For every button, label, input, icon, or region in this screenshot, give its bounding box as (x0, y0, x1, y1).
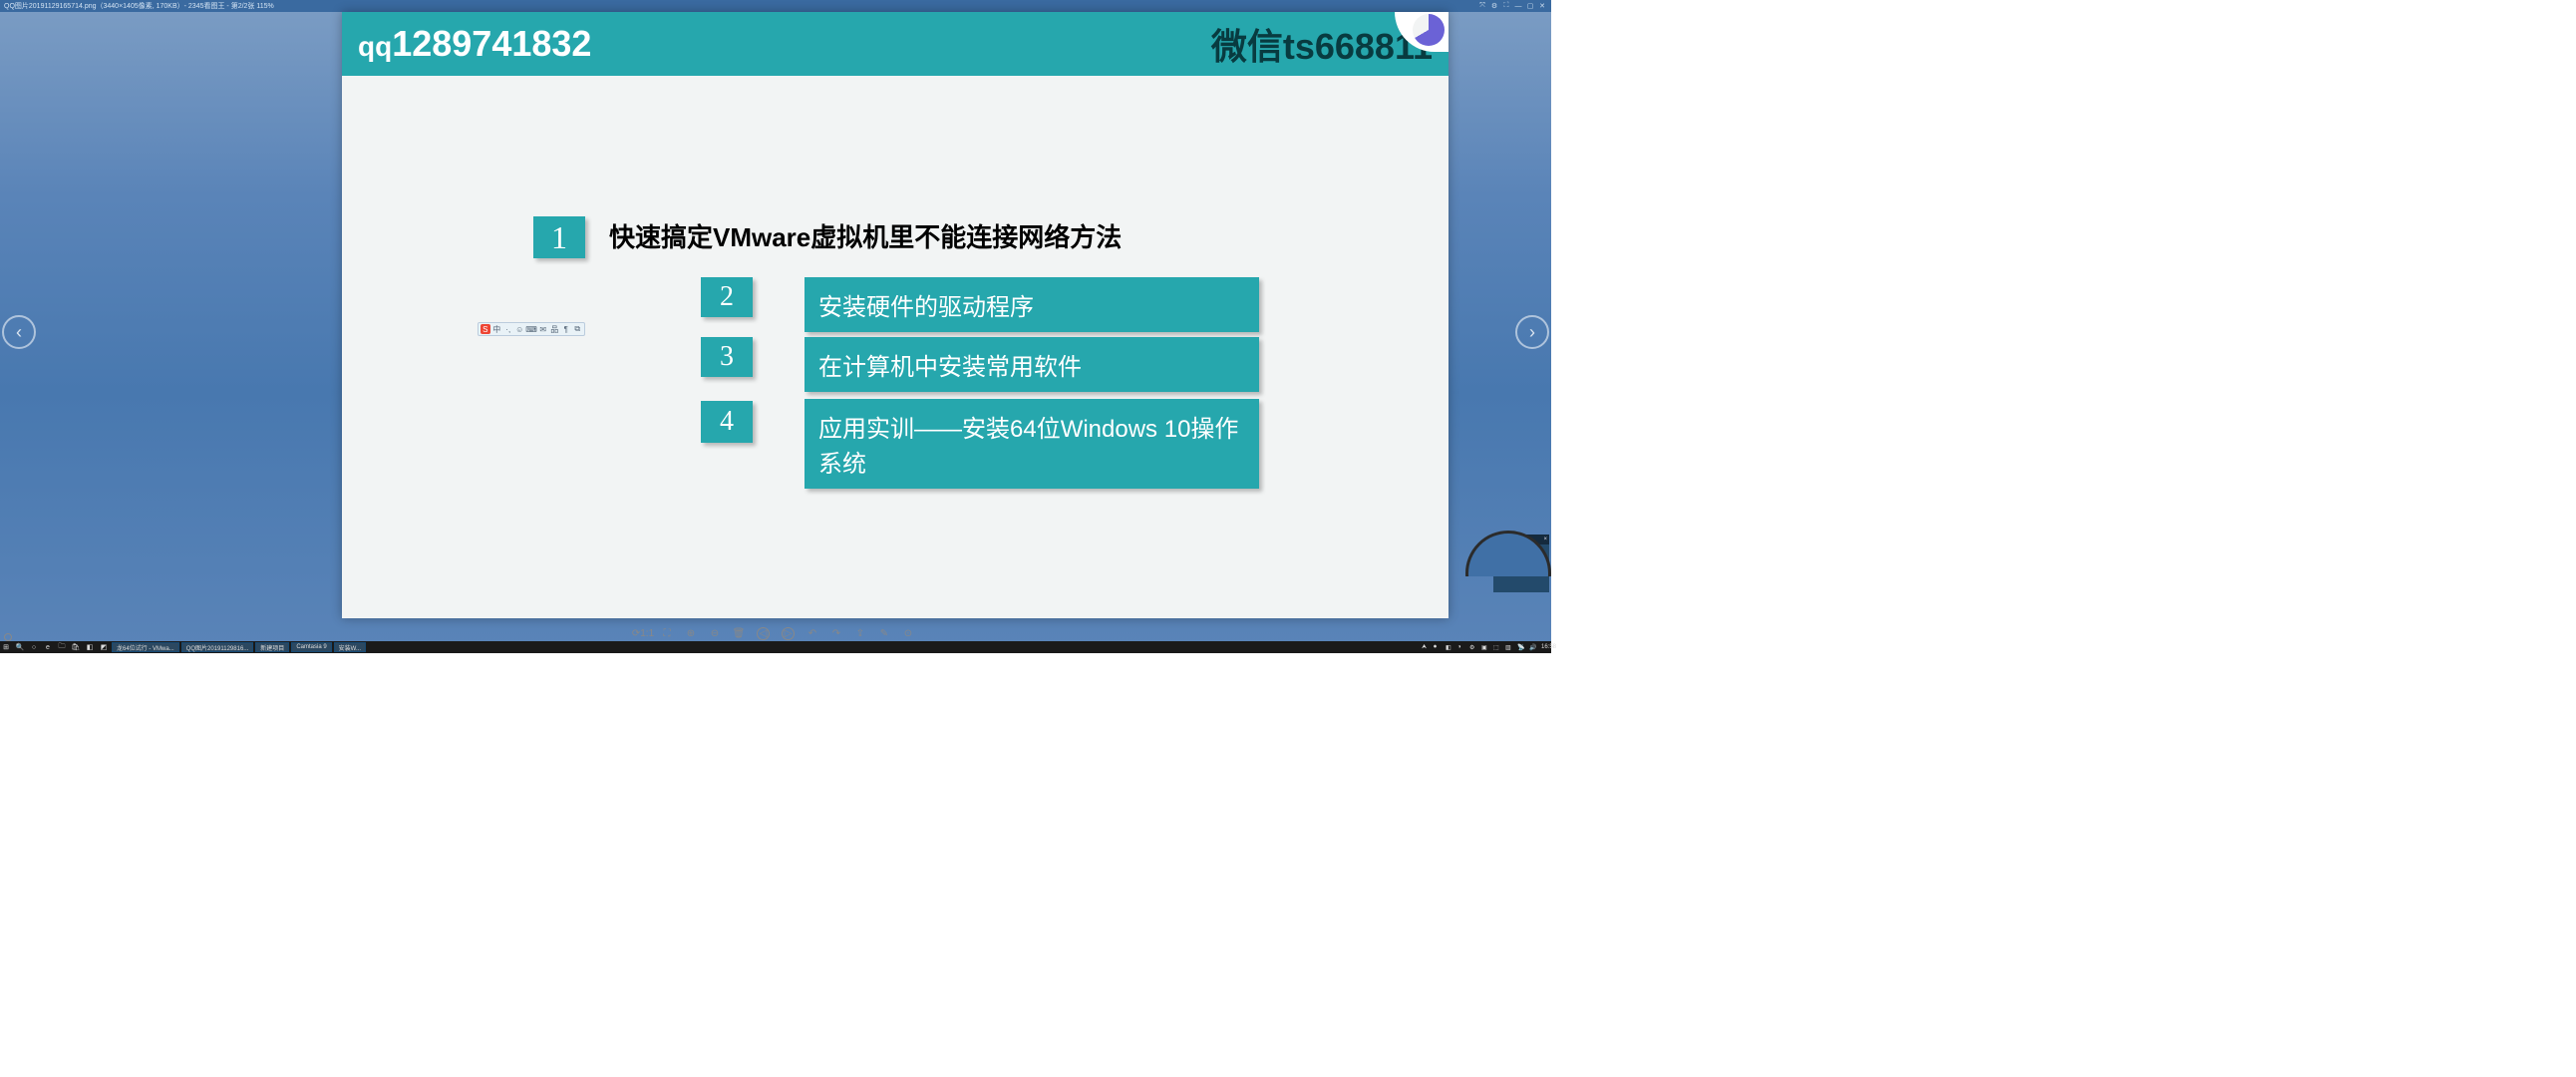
window-title: QQ图片20191129165714.png（3440×1405像素, 170K… (4, 1, 274, 11)
next-button[interactable]: ▷ (782, 627, 795, 640)
tray-icon-3[interactable]: ◑ (1457, 644, 1467, 650)
ime-keyboard-icon[interactable]: ⌨ (526, 324, 536, 334)
ime-mail-icon[interactable]: ✉ (538, 324, 548, 334)
next-image-button[interactable]: › (1515, 315, 1549, 349)
bullet-item-2: 安装硬件的驱动程序 (805, 277, 1259, 332)
image-viewer-window: QQ图片20191129165714.png（3440×1405像素, 170K… (0, 0, 1551, 653)
zoom-out-button[interactable]: ⊖ (709, 627, 721, 639)
settings-icon[interactable]: ⚙ (1489, 2, 1499, 10)
prev-image-button[interactable]: ‹ (2, 315, 36, 349)
tray-icon-1[interactable]: ⏺ (1434, 644, 1444, 651)
tray-volume-icon[interactable]: 🔊 (1529, 644, 1539, 651)
windows-taskbar[interactable]: ⊞ 🔍 ○ e 🗀 🛍 ◧ ◩ 龙64位试行 - VMwa... QQ图片201… (0, 641, 1551, 653)
maximize-icon[interactable]: ▢ (1525, 2, 1535, 10)
taskbar-clock[interactable]: 16:58 (1541, 644, 1551, 650)
prev-button[interactable]: ◁ (757, 627, 770, 640)
slide-header: qq1289741832 微信ts668811 (342, 12, 1449, 76)
image-canvas: ‹ › qq1289741832 微信ts668811 1 快速搞定VMware… (0, 12, 1551, 630)
viewer-toolbar: ⟳1:1 ⛶ ⊕ ⊖ 🗑 ◁ ▷ ↶ ↷ ⇪ ✎ ⊙ (0, 624, 1551, 642)
rotate-right-button[interactable]: ↷ (830, 627, 842, 639)
zoom-in-button[interactable]: ⊕ (685, 627, 697, 639)
taskbar-app-install[interactable]: 安装W... (334, 642, 366, 652)
ime-toolbar[interactable]: S 中 ·, ☺ ⌨ ✉ 品 ¶ ⧉ (478, 322, 585, 336)
taskbar-app-camtasia[interactable]: Camtasia 9 (291, 642, 331, 652)
app-icon-2[interactable]: ◩ (98, 642, 110, 652)
tray-up-icon[interactable]: ⮝ (1422, 644, 1432, 651)
bullet-number-3: 3 (701, 337, 753, 377)
fullscreen-icon[interactable]: ⛶ (1501, 2, 1511, 10)
ime-app-icon[interactable]: 品 (550, 324, 560, 334)
app-icon-1[interactable]: ◧ (84, 642, 96, 652)
search-icon[interactable]: 🔍 (14, 642, 26, 652)
taskbar-app-qqimage[interactable]: QQ图片20191129816... (181, 642, 254, 652)
more-button[interactable]: ⊙ (902, 627, 914, 639)
taskbar-app-vmware[interactable]: 龙64位试行 - VMwa... (112, 642, 179, 652)
bullet-item-4: 应用实训——安装64位Windows 10操作系统 (805, 399, 1259, 489)
magnifier-circle (1465, 531, 1551, 616)
slide-content: qq1289741832 微信ts668811 1 快速搞定VMware虚拟机里… (342, 12, 1449, 618)
bullet-number-4: 4 (701, 401, 753, 443)
bullet-item-3: 在计算机中安装常用软件 (805, 337, 1259, 392)
bullet-title-1: 快速搞定VMware虚拟机里不能连接网络方法 (609, 217, 1122, 254)
ime-sogou-icon[interactable]: S (481, 324, 490, 334)
bullet-number-1: 1 (533, 216, 585, 258)
start-button[interactable]: ⊞ (0, 642, 12, 652)
edit-button[interactable]: ✎ (878, 627, 890, 639)
store-icon[interactable]: 🛍 (70, 642, 82, 652)
pin-icon[interactable]: ⤧ (1477, 2, 1487, 10)
taskbar-app-newproj[interactable]: 新建项目 (255, 642, 289, 652)
thumbnail-close-icon[interactable]: × (1543, 537, 1547, 542)
tray-icon-4[interactable]: ⚙ (1469, 644, 1479, 651)
tray-icon-2[interactable]: ◧ (1446, 644, 1455, 651)
tray-icon-7[interactable]: ▥ (1505, 644, 1515, 651)
minimize-icon[interactable]: — (1513, 2, 1523, 10)
ime-emoji-icon[interactable]: ☺ (515, 324, 525, 334)
blank-right (1551, 0, 2576, 1077)
ime-grid-icon[interactable]: ⧉ (573, 324, 583, 334)
share-button[interactable]: ⇪ (854, 627, 866, 639)
cortana-icon[interactable]: ○ (28, 642, 40, 652)
tray-icon-5[interactable]: ▣ (1481, 644, 1491, 651)
bullet-number-2: 2 (701, 277, 753, 317)
edge-icon[interactable]: e (42, 642, 54, 652)
qq-contact: qq1289741832 (358, 23, 591, 65)
tray-icon-6[interactable]: ⬚ (1493, 644, 1503, 651)
ime-tool-icon[interactable]: ¶ (561, 324, 571, 334)
delete-button[interactable]: 🗑 (733, 627, 745, 639)
blank-bottom (0, 653, 1551, 1077)
ime-lang-icon[interactable]: 中 (492, 324, 502, 334)
explorer-icon[interactable]: 🗀 (56, 642, 68, 652)
tray-network-icon[interactable]: 📡 (1517, 644, 1527, 651)
ime-punct-icon[interactable]: ·, (503, 324, 513, 334)
window-titlebar[interactable]: QQ图片20191129165714.png（3440×1405像素, 170K… (0, 0, 1551, 12)
actual-size-button[interactable]: ⟳1:1 (637, 627, 649, 639)
fit-screen-button[interactable]: ⛶ (661, 627, 673, 639)
close-icon[interactable]: ✕ (1537, 2, 1547, 10)
rotate-left-button[interactable]: ↶ (806, 627, 818, 639)
